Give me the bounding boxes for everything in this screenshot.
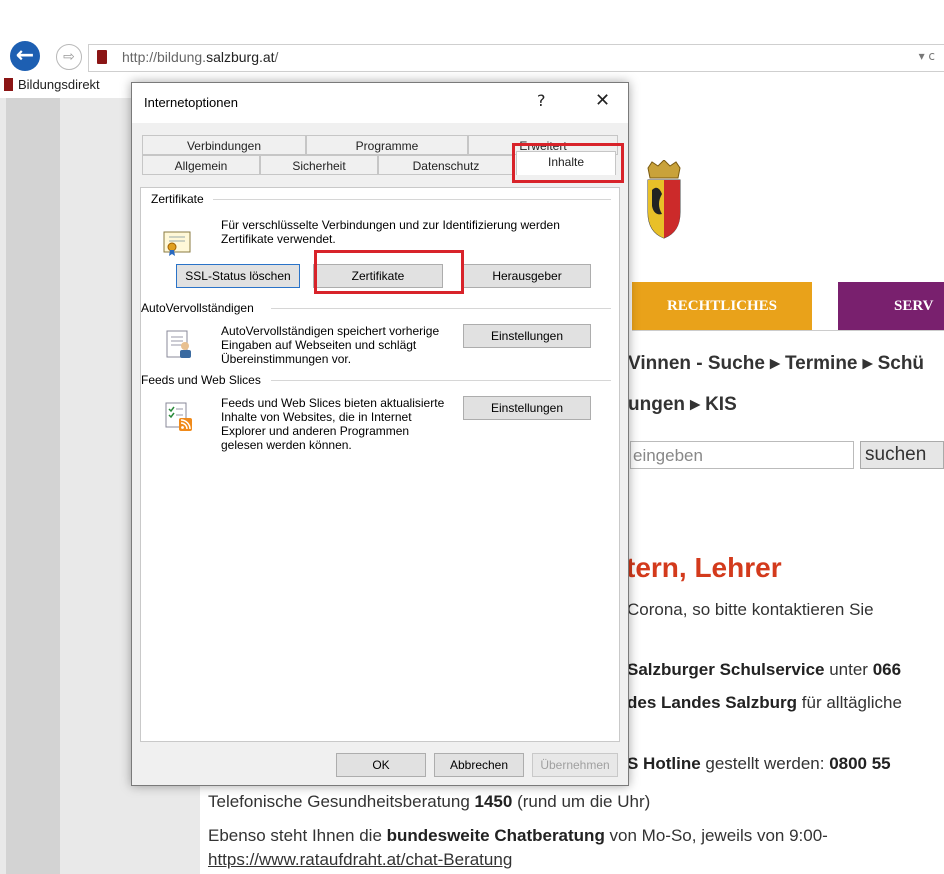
browser-tab[interactable]: Bildungsdirekt <box>18 77 100 92</box>
ssl-status-clear-button[interactable]: SSL-Status löschen <box>176 264 300 288</box>
tab-favicon <box>4 78 13 91</box>
tab-sicherheit[interactable]: Sicherheit <box>260 155 378 175</box>
browser-top-bar <box>0 0 944 36</box>
tab-datenschutz[interactable]: Datenschutz <box>378 155 514 175</box>
auto-description: AutoVervollständigen speichert vorherige… <box>221 324 440 366</box>
highlight-inhalte-tab <box>512 143 624 183</box>
url-text: http://bildung.salzburg.at/ <box>122 49 279 65</box>
feeds-description: Feeds und Web Slices bieten aktualisiert… <box>221 396 445 452</box>
certificate-icon <box>163 231 191 256</box>
auto-settings-button[interactable]: Einstellungen <box>463 324 591 348</box>
tab-allgemein[interactable]: Allgemein <box>142 155 260 175</box>
nav-rechtliches[interactable]: RECHTLICHES <box>632 282 812 330</box>
tab-verbindungen[interactable]: Verbindungen <box>142 135 306 155</box>
dialog-title: Internetoptionen <box>144 95 238 110</box>
dialog-titlebar: Internetoptionen ? ✕ <box>132 83 628 123</box>
page-side-strip <box>6 98 60 874</box>
paragraph-3: des Landes Salzburg für alltägliche <box>627 693 902 712</box>
nav-service[interactable]: SERV <box>838 282 944 330</box>
salzburg-crest-icon <box>647 160 681 239</box>
chat-link[interactable]: https://www.rataufdraht.at/chat-Beratung <box>208 850 512 869</box>
chat-link-line: https://www.rataufdraht.at/chat-Beratung <box>208 850 512 870</box>
auto-group-rule <box>271 308 611 309</box>
help-button[interactable]: ? <box>537 91 546 110</box>
tab-programme[interactable]: Programme <box>306 135 468 155</box>
cancel-button[interactable]: Abbrechen <box>434 753 524 777</box>
feeds-settings-button[interactable]: Einstellungen <box>463 396 591 420</box>
site-search-input[interactable]: eingeben <box>630 441 854 469</box>
page-heading: tern, Lehrer <box>626 552 782 583</box>
quicklinks-line2[interactable]: ungen ▸ KIS <box>628 393 737 416</box>
paragraph-2: Salzburger Schulservice unter 066 <box>627 660 902 679</box>
cert-description: Für verschlüsselte Verbindungen und zur … <box>221 218 560 246</box>
ok-button[interactable]: OK <box>336 753 426 777</box>
nav-divider <box>632 330 944 331</box>
highlight-certificates-button <box>314 250 464 294</box>
cert-group-rule <box>213 199 611 200</box>
address-dropdown-icon[interactable]: ▾ c <box>919 49 935 63</box>
back-button[interactable]: ← <box>10 41 40 71</box>
feeds-icon <box>165 402 192 431</box>
internet-options-dialog: Internetoptionen ? ✕ Verbindungen Progra… <box>131 82 629 786</box>
quicklinks-line1[interactable]: Vinnen - Suche ▸ Termine ▸ Schü <box>628 352 924 375</box>
paragraph-4: S Hotline gestellt werden: 0800 55 <box>627 754 891 773</box>
site-favicon <box>97 50 107 64</box>
feeds-group-label: Feeds und Web Slices <box>141 373 267 387</box>
publisher-button[interactable]: Herausgeber <box>463 264 591 288</box>
cert-group-label: Zertifikate <box>151 192 210 206</box>
auto-group-label: AutoVervollständigen <box>141 301 260 315</box>
feeds-group-rule <box>271 380 611 381</box>
apply-button[interactable]: Übernehmen <box>532 753 618 777</box>
paragraph-1: Corona, so bitte kontaktieren Sie <box>627 600 874 619</box>
paragraph-6: Ebenso steht Ihnen die bundesweite Chatb… <box>208 826 828 845</box>
paragraph-5: Telefonische Gesundheitsberatung 1450 (r… <box>208 792 651 811</box>
address-bar[interactable]: http://bildung.salzburg.at/ ▾ c <box>88 44 944 72</box>
autocomplete-icon <box>166 330 191 358</box>
forward-button[interactable]: ⇨ <box>56 44 82 70</box>
close-button[interactable]: ✕ <box>595 90 610 111</box>
site-search-button[interactable]: suchen <box>860 441 944 469</box>
